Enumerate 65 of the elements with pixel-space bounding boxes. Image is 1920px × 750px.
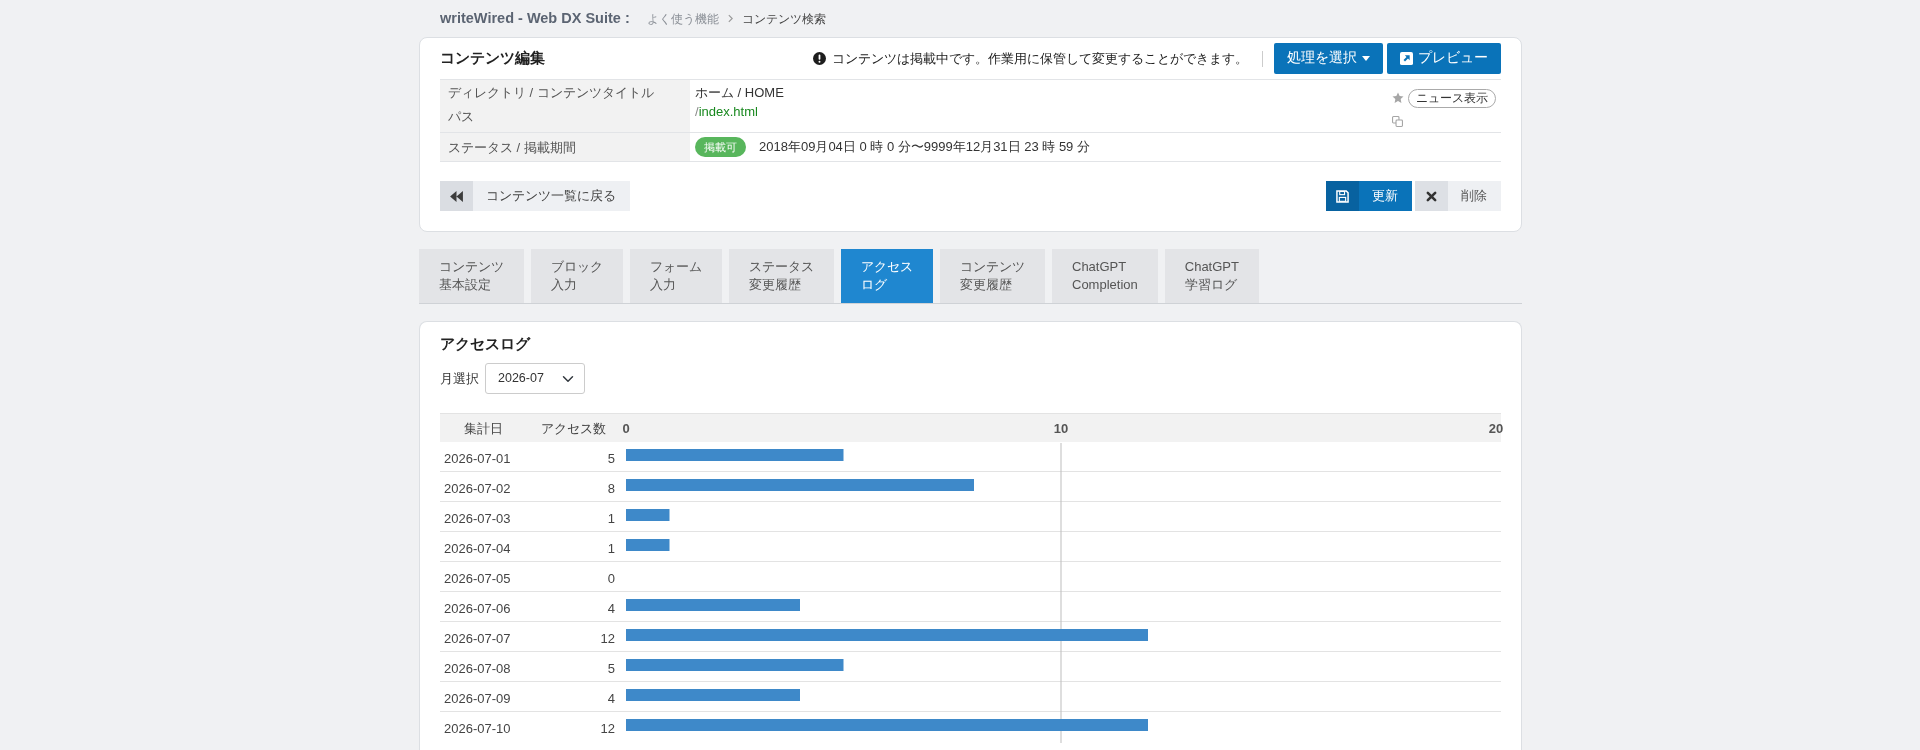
date-text: 2026-07-01 [443, 450, 512, 469]
month-select[interactable]: 2026-07 [485, 363, 585, 394]
process-dropdown-button[interactable]: 処理を選択 [1274, 43, 1383, 74]
count-text: 1 [606, 510, 616, 529]
delete-button[interactable]: 削除 [1415, 181, 1501, 211]
date-text: 2026-07-09 [443, 690, 512, 709]
axis-tick-label: 20 [1488, 421, 1504, 436]
count-text: 1 [606, 540, 616, 559]
date-text: 2026-07-03 [443, 510, 512, 529]
date-text: 2026-07-08 [443, 660, 512, 679]
path-link[interactable]: index.html [698, 104, 758, 119]
star-icon [1392, 92, 1404, 104]
tab[interactable]: アクセス ログ [841, 249, 933, 303]
back-to-list-button[interactable]: コンテンツ一覧に戻る [440, 181, 630, 211]
column-header: 集計日 [462, 419, 504, 438]
field-label: ステータス / 掲載期間 [440, 133, 690, 161]
preview-button[interactable]: プレビュー [1387, 43, 1501, 74]
date-text: 2026-07-06 [443, 600, 512, 619]
news-display-button[interactable]: ニュース表示 [1408, 88, 1496, 108]
axis-tick-label: 10 [1053, 421, 1069, 436]
count-text: 8 [606, 480, 616, 499]
tab[interactable]: コンテンツ 変更履歴 [940, 249, 1045, 303]
month-label: 月選択 [440, 369, 479, 388]
tab[interactable]: ステータス 変更履歴 [729, 249, 834, 303]
card-title: コンテンツ編集 [440, 49, 545, 68]
count-text: 12 [599, 630, 616, 649]
copy-icon [1392, 115, 1403, 127]
tab[interactable]: フォーム 入力 [630, 249, 722, 303]
close-icon [1415, 181, 1448, 211]
date-text: 2026-07-10 [443, 720, 512, 739]
app-title: writeWired - Web DX Suite : [440, 8, 630, 28]
tab[interactable]: コンテンツ 基本設定 [419, 249, 524, 303]
tab[interactable]: ブロック 入力 [531, 249, 623, 303]
tab[interactable]: ChatGPT 学習ログ [1164, 249, 1259, 303]
content-title: ホーム / HOME [695, 84, 785, 102]
tab[interactable]: ChatGPT Completion [1052, 249, 1158, 303]
count-text: 12 [599, 720, 616, 739]
axis-tick-label: 0 [622, 421, 630, 436]
access-bar [626, 539, 670, 551]
external-link-icon [1400, 52, 1413, 65]
field-label: パス [448, 108, 475, 126]
count-text: 4 [606, 690, 616, 709]
update-button[interactable]: 更新 [1326, 181, 1412, 211]
column-header: アクセス数 [540, 419, 607, 438]
count-text: 5 [606, 450, 616, 469]
chevron-right-icon [727, 14, 733, 23]
save-icon [1326, 181, 1359, 211]
breadcrumb-current: コンテンツ検索 [741, 10, 826, 28]
date-text: 2026-07-07 [443, 630, 512, 649]
caret-icon [1362, 56, 1370, 61]
status-badge: 掲載可 [695, 136, 746, 158]
date-text: 2026-07-02 [443, 480, 512, 499]
exclamation-icon [813, 52, 826, 65]
count-text: 0 [606, 570, 616, 589]
access-bar [626, 509, 670, 521]
count-text: 5 [606, 660, 616, 679]
date-text: 2026-07-05 [443, 570, 512, 589]
count-text: 4 [606, 600, 616, 619]
rewind-icon [440, 181, 473, 211]
section-title: アクセスログ [440, 335, 532, 354]
path-prefix: / [695, 104, 699, 119]
date-text: 2026-07-04 [443, 540, 512, 559]
notice-text: コンテンツは掲載中です。作業用に保管して変更することができます。 [832, 49, 1248, 68]
field-label: ディレクトリ / コンテンツタイトル [448, 84, 655, 102]
publish-period: 2018年09月04日 0 時 0 分〜9999年12月31日 23 時 59 分 [759, 138, 1090, 157]
